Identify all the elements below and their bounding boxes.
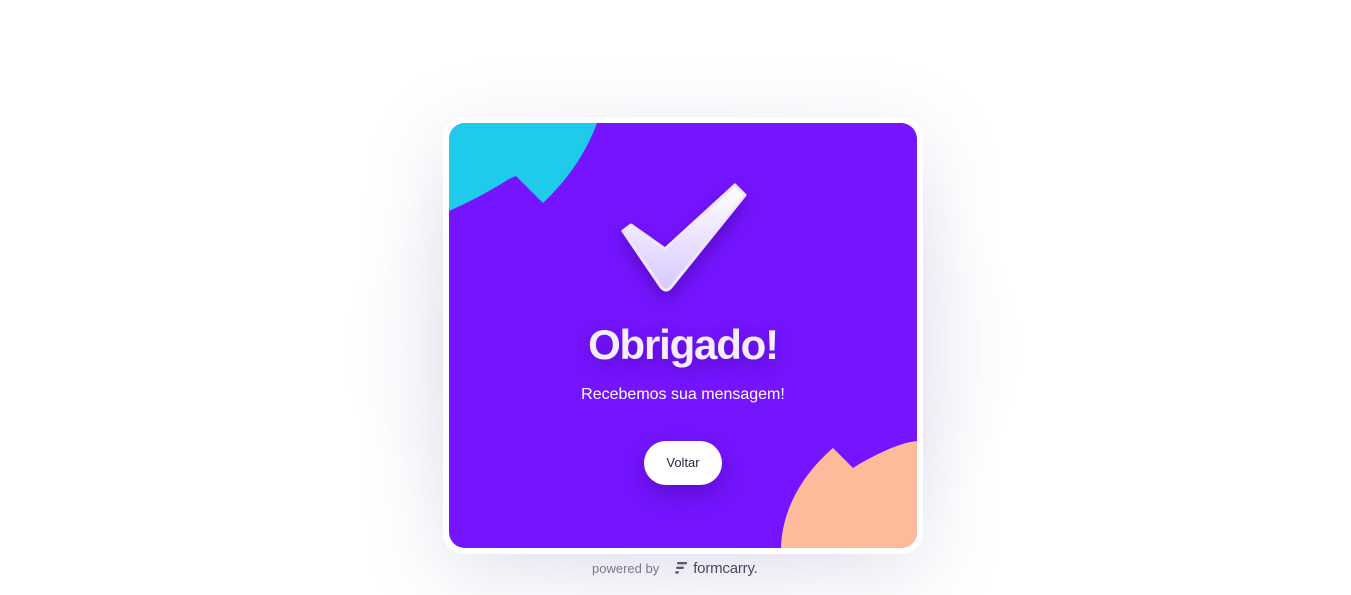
page: Obrigado! Recebemos sua mensagem! Voltar…	[0, 0, 1351, 595]
thank-you-card-frame: Obrigado! Recebemos sua mensagem! Voltar	[443, 117, 923, 554]
confirmation-message: Recebemos sua mensagem!	[581, 386, 785, 403]
powered-by-footer[interactable]: powered by formcarry.	[592, 558, 758, 578]
top-left-blob	[449, 123, 597, 211]
formcarry-logo-icon	[675, 562, 688, 574]
powered-by-label: powered by	[592, 560, 660, 576]
thank-you-card: Obrigado! Recebemos sua mensagem! Voltar	[449, 123, 917, 548]
checkmark-icon	[617, 183, 749, 293]
page-title: Obrigado!	[588, 321, 779, 368]
formcarry-brand-name: formcarry.	[693, 559, 758, 577]
back-button[interactable]: Voltar	[644, 441, 722, 485]
bottom-right-blob	[781, 441, 917, 548]
